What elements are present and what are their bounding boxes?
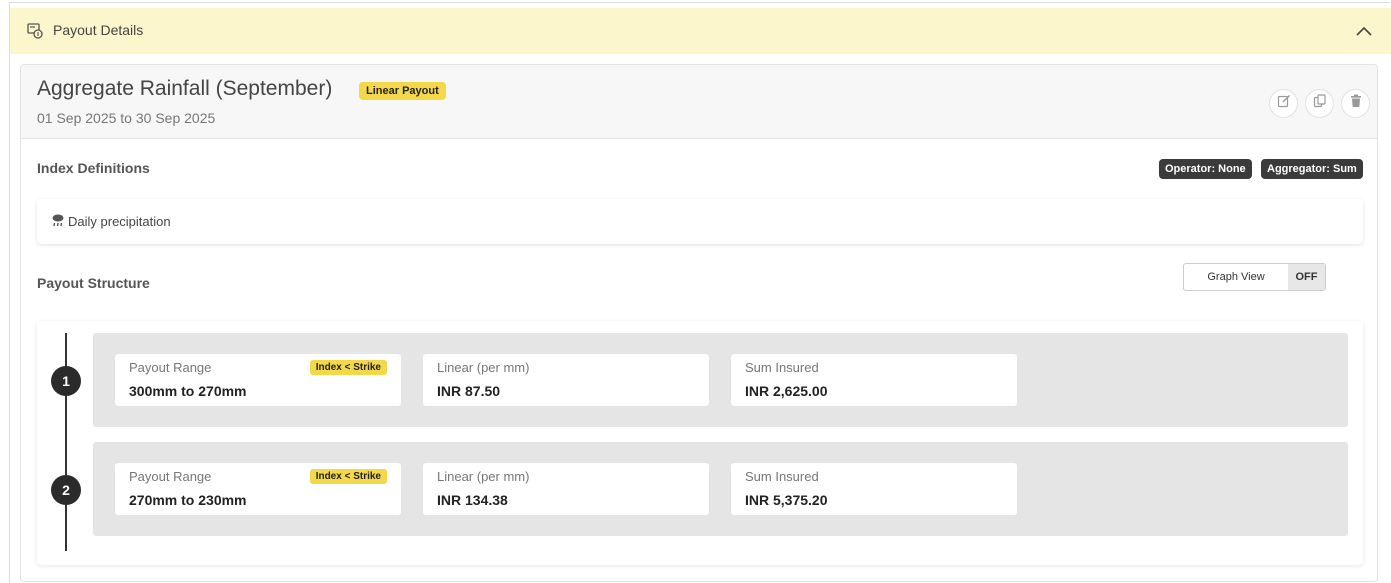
- sum-insured-value: INR 2,625.00: [745, 383, 828, 399]
- index-definition-list: Daily precipitation: [37, 199, 1363, 244]
- linear-rate-card: Linear (per mm) INR 87.50: [423, 354, 709, 406]
- accordion-title: Payout Details: [53, 22, 144, 38]
- payout-date-range: 01 Sep 2025 to 30 Sep 2025: [37, 110, 216, 126]
- payout-details-section: Payout Details Aggregate Rainfall (Septe…: [9, 2, 1391, 583]
- copy-icon: [1313, 94, 1327, 113]
- index-definition-item: Daily precipitation: [51, 213, 171, 230]
- linear-rate-value: INR 87.50: [437, 383, 501, 399]
- linear-rate-value: INR 134.38: [437, 492, 508, 508]
- graph-view-toggle[interactable]: Graph View OFF: [1183, 263, 1326, 291]
- sum-insured-label: Sum Insured: [745, 469, 819, 484]
- linear-rate-label: Linear (per mm): [437, 469, 530, 484]
- edit-icon: [1277, 94, 1291, 113]
- copy-button[interactable]: [1305, 89, 1334, 118]
- operator-badge: Operator: None: [1159, 159, 1252, 179]
- payout-document-icon: [26, 22, 44, 40]
- payout-type-badge: Linear Payout: [359, 82, 446, 100]
- payout-range-label: Payout Range: [129, 360, 212, 375]
- sum-insured-card: Sum Insured INR 2,625.00: [731, 354, 1017, 406]
- linear-rate-label: Linear (per mm): [437, 360, 530, 375]
- payout-range-value: 300mm to 270mm: [129, 383, 247, 399]
- step-number: 2: [51, 475, 81, 505]
- index-strike-badge: Index < Strike: [309, 469, 387, 484]
- graph-view-state: OFF: [1288, 264, 1325, 290]
- aggregator-badge: Aggregator: Sum: [1261, 159, 1363, 179]
- payout-range-label: Payout Range: [129, 469, 212, 484]
- edit-button[interactable]: [1269, 89, 1298, 118]
- step-number: 1: [51, 366, 81, 396]
- sum-insured-card: Sum Insured INR 5,375.20: [731, 463, 1017, 515]
- payout-range-value: 270mm to 230mm: [129, 492, 247, 508]
- payout-structure-list: 1 Payout Range Index < Strike 300mm to 2…: [37, 321, 1363, 565]
- linear-rate-card: Linear (per mm) INR 134.38: [423, 463, 709, 515]
- payout-structure-title: Payout Structure: [37, 275, 150, 291]
- rain-cloud-icon: [51, 213, 68, 230]
- index-definitions-title: Index Definitions: [37, 160, 150, 176]
- delete-button[interactable]: [1341, 89, 1370, 118]
- delete-icon: [1349, 94, 1363, 113]
- payout-range-card: Payout Range Index < Strike 270mm to 230…: [115, 463, 401, 515]
- payout-card: Aggregate Rainfall (September) Linear Pa…: [20, 64, 1378, 582]
- sum-insured-value: INR 5,375.20: [745, 492, 828, 508]
- chevron-up-icon[interactable]: [1355, 23, 1373, 39]
- payout-tier: Payout Range Index < Strike 300mm to 270…: [93, 333, 1348, 427]
- payout-card-header: Aggregate Rainfall (September) Linear Pa…: [21, 65, 1377, 139]
- graph-view-label: Graph View: [1207, 271, 1265, 283]
- index-strike-badge: Index < Strike: [309, 360, 387, 375]
- sum-insured-label: Sum Insured: [745, 360, 819, 375]
- payout-title: Aggregate Rainfall (September): [37, 77, 333, 100]
- payout-tier: Payout Range Index < Strike 270mm to 230…: [93, 442, 1348, 536]
- payout-details-accordion-header[interactable]: Payout Details: [10, 8, 1391, 54]
- payout-range-card: Payout Range Index < Strike 300mm to 270…: [115, 354, 401, 406]
- index-definition-label: Daily precipitation: [68, 214, 171, 229]
